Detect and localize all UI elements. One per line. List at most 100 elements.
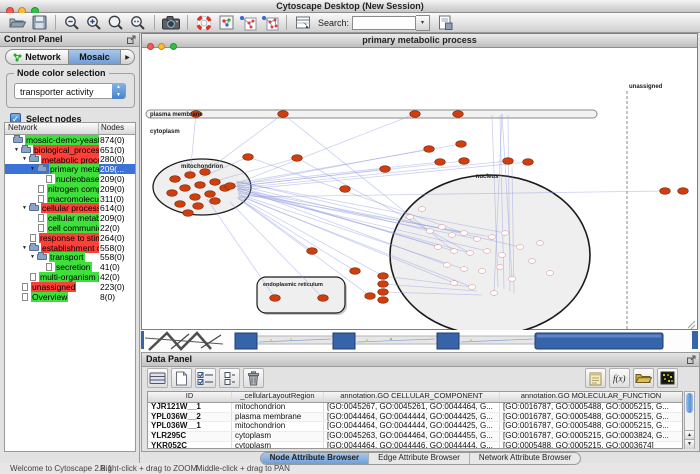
tree-expand-icon[interactable]: ▼: [22, 156, 29, 162]
network-node-small[interactable]: [490, 291, 498, 296]
vizmapper-button[interactable]: [217, 14, 235, 32]
tree-row[interactable]: cellular metabol209(0): [5, 213, 135, 223]
network-node[interactable]: [180, 185, 191, 192]
zoom-in-button[interactable]: [85, 14, 103, 32]
network-node-small[interactable]: [488, 235, 496, 240]
network-node[interactable]: [195, 182, 206, 189]
tree-row[interactable]: ▼primary metabolic209(...: [5, 164, 135, 174]
network-node[interactable]: [175, 201, 186, 208]
network-node-small[interactable]: [508, 277, 516, 282]
resize-grip-icon[interactable]: [688, 321, 695, 328]
network-node[interactable]: [503, 158, 514, 165]
tree-expand-icon[interactable]: ▼: [30, 254, 37, 260]
tree-row[interactable]: ▼transport558(0): [5, 253, 135, 263]
select-attributes-button[interactable]: [195, 368, 216, 388]
network-node[interactable]: [210, 198, 221, 205]
column-header[interactable]: ID: [148, 392, 232, 402]
tree-expand-icon[interactable]: ▼: [14, 147, 21, 153]
tab-overflow-button[interactable]: ▶: [121, 49, 135, 65]
network-node[interactable]: [378, 289, 389, 296]
network-node-small[interactable]: [450, 281, 458, 286]
table-scrollbar[interactable]: ▲ ▼: [684, 391, 695, 449]
apply-layout-button-1[interactable]: [239, 14, 257, 32]
network-node-small[interactable]: [501, 231, 509, 236]
scroll-down-icon[interactable]: ▼: [685, 439, 694, 449]
save-session-button[interactable]: [30, 14, 48, 32]
tree-row[interactable]: ▼biological_process651(0): [5, 145, 135, 155]
notes-button[interactable]: [585, 368, 606, 388]
network-node[interactable]: [456, 141, 467, 148]
network-node-small[interactable]: [516, 245, 524, 250]
column-header[interactable]: annotation.GO CELLULAR_COMPONENT: [324, 392, 500, 402]
network-node-small[interactable]: [478, 269, 486, 274]
network-node[interactable]: [190, 194, 201, 201]
tree-row[interactable]: ▼metabolic process280(0): [5, 155, 135, 165]
snapshot-button[interactable]: [162, 14, 180, 32]
network-node-small[interactable]: [473, 237, 481, 242]
tree-expand-icon[interactable]: ▼: [22, 205, 29, 211]
network-node[interactable]: [378, 297, 389, 304]
network-node[interactable]: [243, 154, 254, 161]
network-node-small[interactable]: [448, 233, 456, 238]
tree-row[interactable]: ▼cellular process614(0): [5, 204, 135, 214]
network-window-titlebar[interactable]: primary metabolic process: [142, 34, 697, 48]
network-node[interactable]: [365, 293, 376, 300]
apply-layout-button-2[interactable]: [261, 14, 279, 32]
show-all-rows-button[interactable]: [147, 368, 168, 388]
tree-header-network[interactable]: Network: [5, 123, 99, 134]
tree-row[interactable]: mosaic-demo-yeast874(0): [5, 135, 135, 145]
column-header[interactable]: annotation.GO MOLECULAR_FUNCTION: [500, 392, 682, 402]
network-node[interactable]: [459, 158, 470, 165]
network-node[interactable]: [378, 281, 389, 288]
network-node[interactable]: [453, 111, 464, 118]
import-attributes-button[interactable]: [436, 14, 454, 32]
background-window-corner[interactable]: [437, 333, 459, 349]
network-node-small[interactable]: [536, 241, 544, 246]
network-node[interactable]: [660, 188, 671, 195]
delete-attribute-button[interactable]: [243, 368, 264, 388]
network-node[interactable]: [378, 273, 389, 280]
network-node-small[interactable]: [418, 207, 426, 212]
network-node[interactable]: [183, 210, 194, 217]
background-window-corner[interactable]: [333, 333, 355, 349]
network-node[interactable]: [193, 203, 204, 210]
network-node[interactable]: [225, 183, 236, 190]
network-node-small[interactable]: [496, 265, 504, 270]
node-color-dropdown[interactable]: transporter activity ▲▼: [14, 83, 126, 99]
network-node-small[interactable]: [468, 285, 476, 290]
search-dropdown-button[interactable]: ▾: [416, 15, 430, 31]
tree-row[interactable]: secretion41(0): [5, 262, 135, 272]
unselect-attributes-button[interactable]: [219, 368, 240, 388]
search-input[interactable]: [352, 16, 416, 30]
network-node[interactable]: [270, 295, 281, 302]
dropdown-stepper-icon[interactable]: ▲▼: [112, 83, 125, 99]
nucleus-region[interactable]: [390, 175, 590, 331]
resize-grip-icon[interactable]: [691, 325, 695, 329]
tree-row[interactable]: nucleobase-cont209(0): [5, 174, 135, 184]
tree-expand-icon[interactable]: ▼: [30, 166, 37, 172]
tree-row[interactable]: multi-organism pro42(0): [5, 272, 135, 282]
network-node[interactable]: [523, 159, 534, 166]
network-node-small[interactable]: [460, 231, 468, 236]
tree-row[interactable]: macromolecule m311(0): [5, 194, 135, 204]
network-node[interactable]: [170, 176, 181, 183]
tab-network[interactable]: Network: [5, 49, 69, 65]
network-node[interactable]: [318, 295, 329, 302]
tree-row[interactable]: unassigned223(0): [5, 282, 135, 292]
network-node[interactable]: [205, 191, 216, 198]
tree-row[interactable]: response to stimulu264(0): [5, 233, 135, 243]
network-node-small[interactable]: [528, 259, 536, 264]
table-row[interactable]: YPL036W__1mitochondrion[GO:0044464, GO:0…: [148, 422, 682, 432]
float-panel-icon[interactable]: [127, 35, 136, 48]
network-node-small[interactable]: [450, 249, 458, 254]
network-node[interactable]: [424, 146, 435, 153]
network-node-small[interactable]: [483, 249, 491, 254]
network-node[interactable]: [410, 111, 421, 118]
network-node[interactable]: [292, 155, 303, 162]
network-node[interactable]: [678, 188, 689, 195]
table-row[interactable]: YPL036W__2plasma membrane[GO:0044464, GO…: [148, 413, 682, 423]
network-node[interactable]: [435, 159, 446, 166]
attribute-form-button[interactable]: [294, 14, 312, 32]
new-attribute-button[interactable]: [171, 368, 192, 388]
column-header[interactable]: _cellularLayoutRegion: [232, 392, 324, 402]
